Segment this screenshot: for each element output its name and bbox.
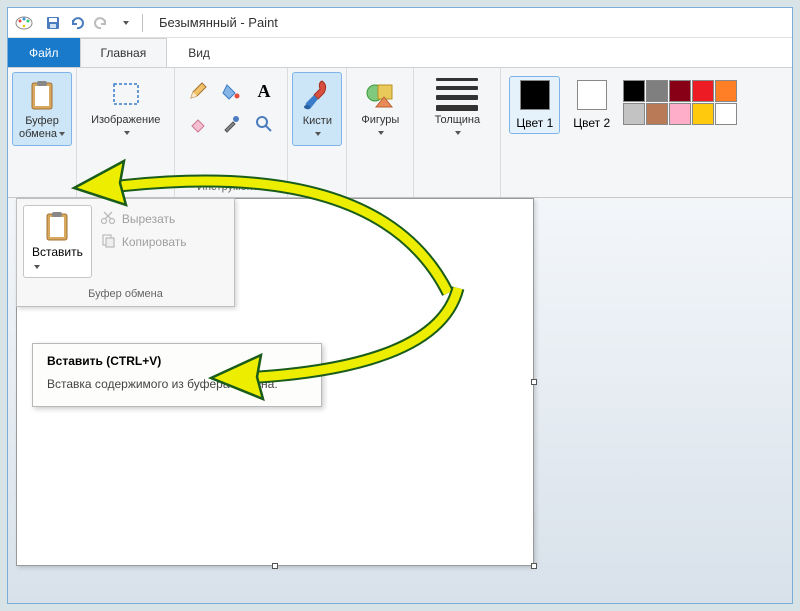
color2-button[interactable]: Цвет 2 xyxy=(566,76,617,134)
palette-swatch[interactable] xyxy=(715,103,737,125)
palette-swatch[interactable] xyxy=(692,103,714,125)
color1-label: Цвет 1 xyxy=(516,116,553,130)
pencil-tool[interactable] xyxy=(183,76,213,106)
brushes-button[interactable]: Кисти xyxy=(292,72,342,146)
title-bar: Безымянный - Paint xyxy=(8,8,792,38)
resize-handle-right[interactable] xyxy=(531,379,537,385)
undo-button[interactable] xyxy=(66,12,88,34)
image-label: Изображение xyxy=(91,114,160,126)
clipboard-button[interactable]: Буфер обмена xyxy=(12,72,72,146)
zoom-tool[interactable] xyxy=(249,109,279,139)
svg-text:A: A xyxy=(258,81,271,101)
color1-swatch xyxy=(520,80,550,110)
text-tool[interactable]: A xyxy=(249,76,279,106)
window-title: Безымянный - Paint xyxy=(159,15,278,30)
palette-swatch[interactable] xyxy=(646,103,668,125)
fill-tool[interactable] xyxy=(216,76,246,106)
color-palette xyxy=(623,76,737,134)
size-icon xyxy=(432,76,482,112)
clipboard-label: Буфер обмена xyxy=(19,115,59,140)
tab-home[interactable]: Главная xyxy=(80,38,168,67)
palette-swatch[interactable] xyxy=(669,103,691,125)
quick-access-toolbar xyxy=(42,12,136,34)
group-colors: Цвет 1 Цвет 2 xyxy=(501,68,745,197)
brushes-label: Кисти xyxy=(303,115,332,127)
color1-button[interactable]: Цвет 1 xyxy=(509,76,560,134)
palette-swatch[interactable] xyxy=(669,80,691,102)
tab-file[interactable]: Файл xyxy=(8,38,80,67)
palette-swatch[interactable] xyxy=(692,80,714,102)
brush-icon xyxy=(300,77,334,113)
size-button[interactable]: Толщина xyxy=(422,72,492,144)
shapes-icon xyxy=(364,76,396,112)
palette-swatch[interactable] xyxy=(623,103,645,125)
select-icon xyxy=(110,76,142,112)
color2-label: Цвет 2 xyxy=(573,116,610,130)
shapes-label: Фигуры xyxy=(361,114,399,126)
resize-handle-bottom[interactable] xyxy=(272,563,278,569)
size-label: Толщина xyxy=(435,114,481,126)
palette-swatch[interactable] xyxy=(623,80,645,102)
app-icon xyxy=(14,13,34,33)
annotation-arrow-2 xyxy=(203,283,473,403)
resize-handle-corner[interactable] xyxy=(531,563,537,569)
palette-swatch[interactable] xyxy=(646,80,668,102)
tab-view[interactable]: Вид xyxy=(167,38,231,67)
shapes-button[interactable]: Фигуры xyxy=(355,72,405,144)
color2-swatch xyxy=(577,80,607,110)
palette-swatch[interactable] xyxy=(715,80,737,102)
separator xyxy=(142,14,143,32)
group-clipboard: Буфер обмена xyxy=(8,68,77,197)
ribbon-tabs: Файл Главная Вид xyxy=(8,38,792,68)
picker-tool[interactable] xyxy=(216,109,246,139)
clipboard-icon xyxy=(27,77,57,113)
image-select-button[interactable]: Изображение xyxy=(85,72,166,144)
eraser-tool[interactable] xyxy=(183,109,213,139)
save-button[interactable] xyxy=(42,12,64,34)
qat-customize-button[interactable] xyxy=(114,12,136,34)
redo-button[interactable] xyxy=(90,12,112,34)
